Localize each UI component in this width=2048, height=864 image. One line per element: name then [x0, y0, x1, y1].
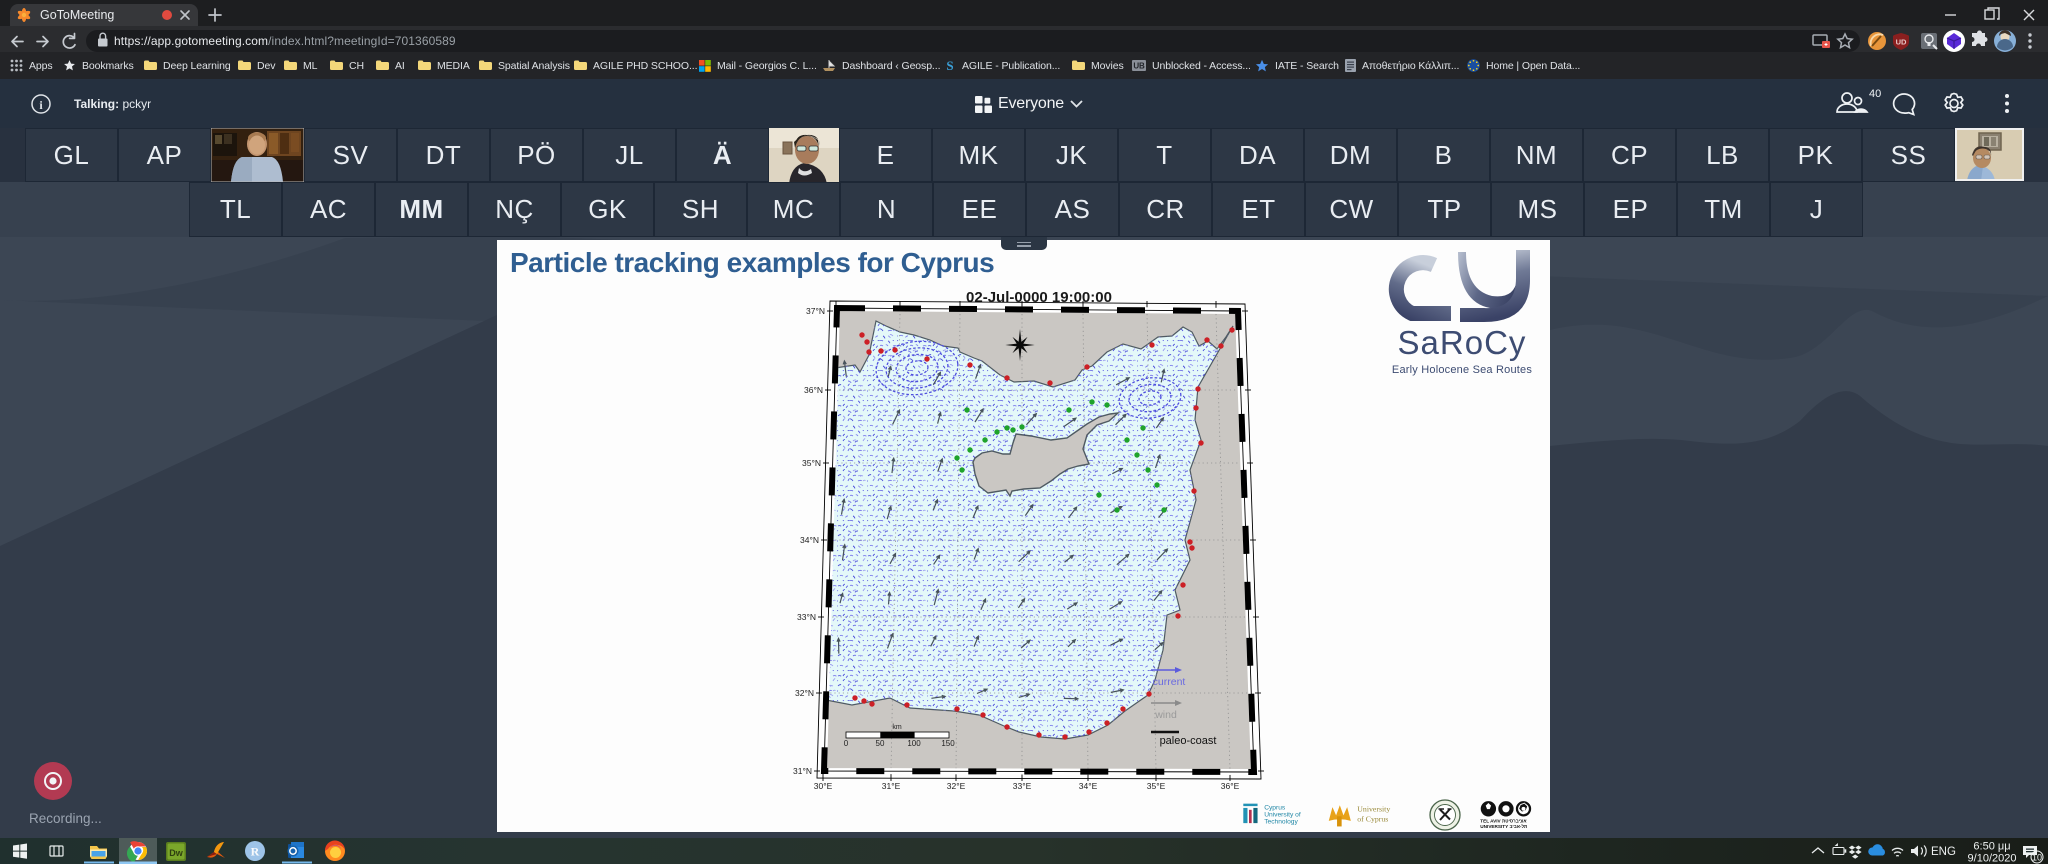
- svg-text:35°E: 35°E: [1147, 781, 1166, 791]
- svg-text:R: R: [251, 845, 260, 859]
- svg-text:33°N: 33°N: [797, 612, 816, 622]
- svg-text:40: 40: [1869, 88, 1881, 100]
- svg-text:33°E: 33°E: [1013, 781, 1032, 791]
- svg-text:31°E: 31°E: [882, 781, 901, 791]
- svg-text:Early Holocene Sea Routes: Early Holocene Sea Routes: [1392, 364, 1532, 376]
- svg-text:S: S: [946, 59, 953, 72]
- svg-text:37°N: 37°N: [806, 306, 825, 316]
- svg-text:paleo-coast: paleo-coast: [1160, 735, 1217, 747]
- svg-text:6:50 μμ: 6:50 μμ: [1973, 841, 2010, 853]
- svg-text:150: 150: [941, 739, 955, 748]
- svg-text:UB: UB: [1133, 62, 1145, 71]
- svg-text:10: 10: [2032, 853, 2042, 863]
- svg-text:SaRoCy: SaRoCy: [1398, 324, 1527, 361]
- svg-text:Cyprus: Cyprus: [1264, 804, 1286, 811]
- svg-text:35°N: 35°N: [802, 458, 821, 468]
- svg-text:30°E: 30°E: [814, 781, 833, 791]
- svg-text:9/10/2020: 9/10/2020: [1968, 853, 2017, 864]
- svg-text:of Cyprus: of Cyprus: [1357, 814, 1388, 823]
- svg-text:UD: UD: [1896, 38, 1907, 47]
- svg-text:32°N: 32°N: [795, 688, 814, 698]
- svg-text:02-Jul-0000 19:00:00: 02-Jul-0000 19:00:00: [966, 289, 1112, 306]
- svg-text:University: University: [1357, 805, 1390, 814]
- svg-text:TEL AVIV אוניברסיטת: TEL AVIV אוניברסיטת: [1480, 818, 1527, 823]
- svg-text:wind: wind: [1154, 709, 1177, 721]
- svg-text:University of: University of: [1264, 811, 1301, 818]
- svg-text:Dw: Dw: [169, 848, 183, 858]
- svg-text:i: i: [39, 98, 43, 112]
- svg-text:100: 100: [907, 739, 921, 748]
- svg-text:current: current: [1153, 676, 1186, 688]
- svg-text:UNIVERSITY תל-אביב: UNIVERSITY תל-אביב: [1480, 824, 1527, 829]
- svg-text:36°N: 36°N: [804, 385, 823, 395]
- svg-text:31°N: 31°N: [793, 766, 812, 776]
- svg-text:34°N: 34°N: [800, 535, 819, 545]
- svg-text:32°E: 32°E: [947, 781, 966, 791]
- svg-text:36°E: 36°E: [1221, 781, 1240, 791]
- svg-text:34°E: 34°E: [1079, 781, 1098, 791]
- svg-text:Technology: Technology: [1264, 819, 1298, 826]
- svg-text:km: km: [892, 724, 902, 731]
- svg-text:Recording...: Recording...: [29, 811, 102, 826]
- svg-text:50: 50: [876, 739, 885, 748]
- svg-text:ENG: ENG: [1931, 846, 1956, 858]
- svg-text:0: 0: [844, 739, 849, 748]
